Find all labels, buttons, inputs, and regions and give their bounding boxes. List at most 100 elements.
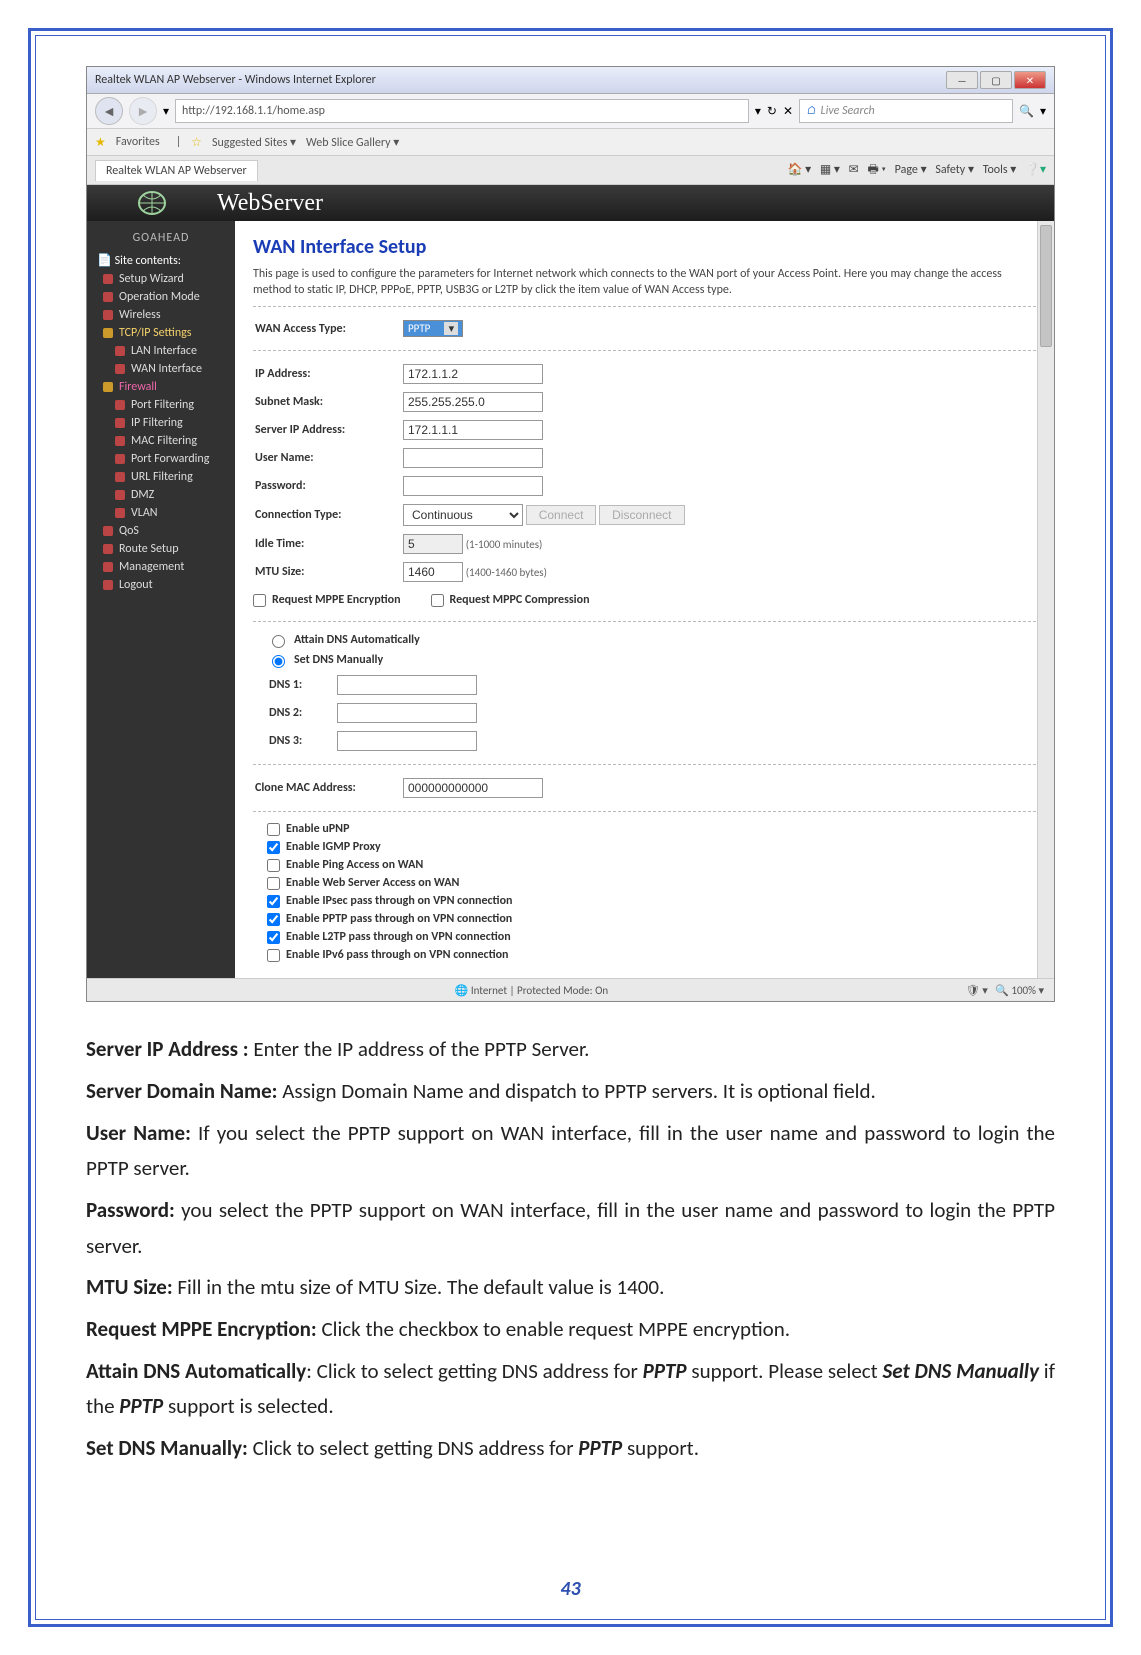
content-area: WAN Interface Setup This page is used to… xyxy=(235,221,1054,978)
dns-manual-radio[interactable]: Set DNS Manually xyxy=(267,650,1036,670)
option-checkbox[interactable]: Enable Web Server Access on WAN xyxy=(267,874,1036,892)
home-icon[interactable]: 🏠 ▾ xyxy=(787,163,811,177)
dropdown-icon[interactable]: ▾ xyxy=(163,104,169,119)
option-checkbox[interactable]: Enable IPv6 pass through on VPN connecti… xyxy=(267,946,1036,964)
brand-label: GOAHEAD xyxy=(87,229,235,251)
dns2-label: DNS 2: xyxy=(269,700,335,726)
mppc-checkbox[interactable]: Request MPPC Compression xyxy=(431,591,590,609)
search-placeholder: Live Search xyxy=(821,104,875,118)
ie-window: Realtek WLAN AP Webserver - Windows Inte… xyxy=(86,66,1055,1002)
dns3-input[interactable] xyxy=(337,731,477,751)
option-checkbox[interactable]: Enable IPsec pass through on VPN connect… xyxy=(267,892,1036,910)
favorites-bar: ★ Favorites | ☆ Suggested Sites ▾ Web Sl… xyxy=(87,129,1054,156)
sidebar-item-port-filter[interactable]: Port Filtering xyxy=(87,396,235,414)
conn-label: Connection Type: xyxy=(255,501,401,529)
document-body: Server IP Address : Enter the IP address… xyxy=(86,1032,1055,1467)
protected-icon: 🛡 xyxy=(966,984,980,997)
suggested-sites[interactable]: Suggested Sites ▾ xyxy=(212,135,296,150)
pass-label: Password: xyxy=(255,473,401,499)
connect-button[interactable]: Connect xyxy=(526,505,597,525)
sidebar-item-wireless[interactable]: Wireless xyxy=(87,306,235,324)
scrollbar[interactable] xyxy=(1037,221,1054,978)
close-button[interactable]: ✕ xyxy=(1014,71,1046,89)
idle-input xyxy=(403,534,463,554)
sidebar-item-management[interactable]: Management xyxy=(87,558,235,576)
sidebar-item-logout[interactable]: Logout xyxy=(87,576,235,594)
mppe-checkbox[interactable]: Request MPPE Encryption xyxy=(253,591,401,609)
sidebar-item-route[interactable]: Route Setup xyxy=(87,540,235,558)
webserver-title: WebServer xyxy=(217,190,323,217)
dns1-input[interactable] xyxy=(337,675,477,695)
search-go-icon[interactable]: 🔍 xyxy=(1019,104,1034,119)
option-checkbox[interactable]: Enable L2TP pass through on VPN connecti… xyxy=(267,928,1036,946)
dns-auto-radio[interactable]: Attain DNS Automatically xyxy=(267,630,1036,650)
status-bar: 🌐 Internet | Protected Mode: On 🛡 ▾ 🔍 10… xyxy=(87,978,1054,1001)
option-checkbox[interactable]: Enable uPNP xyxy=(267,820,1036,838)
refresh-icon[interactable]: ↻ xyxy=(767,104,777,119)
access-type-select[interactable]: PPTP▾ xyxy=(403,320,463,337)
sidebar-item-tcpip[interactable]: TCP/IP Settings xyxy=(87,324,235,342)
sidebar: GOAHEAD 📄 Site contents: Setup Wizard Op… xyxy=(87,221,235,978)
tools-menu[interactable]: Tools ▾ xyxy=(983,163,1017,177)
minimize-button[interactable]: — xyxy=(946,71,978,89)
sidebar-item-ip-filter[interactable]: IP Filtering xyxy=(87,414,235,432)
search-input[interactable]: ⌂ Live Search xyxy=(799,99,1013,123)
sidebar-item-wan[interactable]: WAN Interface xyxy=(87,360,235,378)
zoom-value: 100% xyxy=(1011,984,1036,997)
dns2-input[interactable] xyxy=(337,703,477,723)
page-menu[interactable]: Page ▾ xyxy=(895,163,927,177)
user-input[interactable] xyxy=(403,448,543,468)
mask-input[interactable] xyxy=(403,392,543,412)
ip-input[interactable] xyxy=(403,364,543,384)
read-mail-icon[interactable]: ✉ xyxy=(849,163,862,177)
ip-label: IP Address: xyxy=(255,361,401,387)
page-desc: This page is used to configure the param… xyxy=(253,267,1036,298)
option-checkbox[interactable]: Enable Ping Access on WAN xyxy=(267,856,1036,874)
sidebar-item-mac-filter[interactable]: MAC Filtering xyxy=(87,432,235,450)
print-icon[interactable]: 🖶 ▾ xyxy=(867,163,885,177)
command-bar: 🏠 ▾ ▦ ▾ ✉ 🖶 ▾ Page ▾ Safety ▾ Tools ▾ ❔▾ xyxy=(781,160,1046,181)
mtu-input[interactable] xyxy=(403,562,463,582)
sidebar-item-vlan[interactable]: VLAN xyxy=(87,504,235,522)
maximize-button[interactable]: ▢ xyxy=(980,71,1012,89)
site-contents-label: 📄 Site contents: xyxy=(87,251,235,270)
mask-label: Subnet Mask: xyxy=(255,389,401,415)
back-button[interactable]: ◄ xyxy=(95,97,123,125)
conn-select[interactable]: Continuous xyxy=(403,504,523,526)
sidebar-item-setup-wizard[interactable]: Setup Wizard xyxy=(87,270,235,288)
clone-input[interactable] xyxy=(403,778,543,798)
feeds-icon[interactable]: ▦ ▾ xyxy=(820,163,840,177)
option-checkbox[interactable]: Enable PPTP pass through on VPN connecti… xyxy=(267,910,1036,928)
server-label: Server IP Address: xyxy=(255,417,401,443)
sidebar-item-lan[interactable]: LAN Interface xyxy=(87,342,235,360)
dns1-label: DNS 1: xyxy=(269,672,335,698)
sidebar-item-operation-mode[interactable]: Operation Mode xyxy=(87,288,235,306)
user-label: User Name: xyxy=(255,445,401,471)
browser-tab[interactable]: Realtek WLAN AP Webserver xyxy=(95,160,258,181)
address-bar: ◄ ► ▾ http://192.168.1.1/home.asp ▾↻✕ ⌂ … xyxy=(87,94,1054,129)
bing-icon: ⌂ xyxy=(806,104,817,118)
favorites-star-icon[interactable]: ★ xyxy=(95,135,106,150)
web-slice[interactable]: Web Slice Gallery ▾ xyxy=(306,135,399,150)
star-icon: ☆ xyxy=(191,135,202,150)
idle-label: Idle Time: xyxy=(255,531,401,557)
sidebar-item-qos[interactable]: QoS xyxy=(87,522,235,540)
tab-bar: Realtek WLAN AP Webserver 🏠 ▾ ▦ ▾ ✉ 🖶 ▾ … xyxy=(87,156,1054,185)
stop-icon[interactable]: ✕ xyxy=(783,104,793,119)
help-icon[interactable]: ❔▾ xyxy=(1025,163,1046,177)
url-input[interactable]: http://192.168.1.1/home.asp xyxy=(175,99,749,123)
option-checkbox[interactable]: Enable IGMP Proxy xyxy=(267,838,1036,856)
sidebar-item-port-fwd[interactable]: Port Forwarding xyxy=(87,450,235,468)
chevron-down-icon: ▾ xyxy=(444,322,458,335)
zone-icon: 🌐 xyxy=(455,984,469,997)
sidebar-item-url-filter[interactable]: URL Filtering xyxy=(87,468,235,486)
forward-button[interactable]: ► xyxy=(129,97,157,125)
pass-input[interactable] xyxy=(403,476,543,496)
disconnect-button[interactable]: Disconnect xyxy=(599,505,684,525)
sidebar-item-dmz[interactable]: DMZ xyxy=(87,486,235,504)
safety-menu[interactable]: Safety ▾ xyxy=(935,163,974,177)
server-input[interactable] xyxy=(403,420,543,440)
favorites-label: Favorites xyxy=(116,135,160,149)
scrollbar-thumb[interactable] xyxy=(1040,225,1052,347)
sidebar-item-firewall[interactable]: Firewall xyxy=(87,378,235,396)
